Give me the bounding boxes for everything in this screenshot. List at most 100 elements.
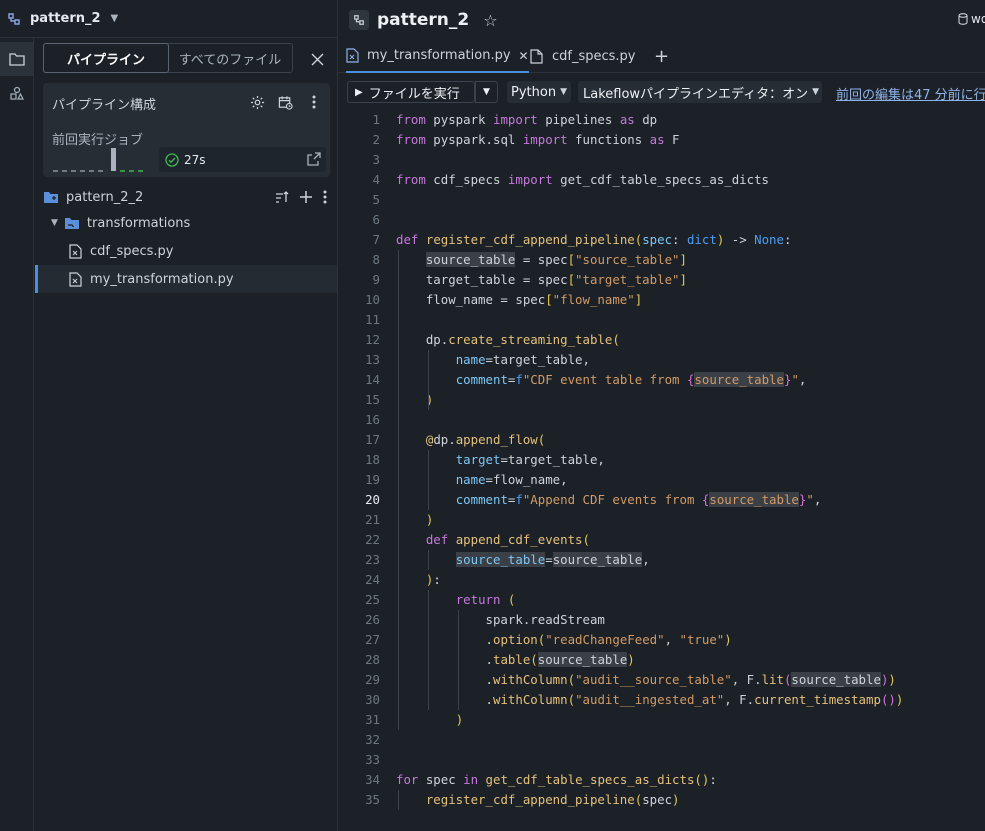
indent-guide [427,350,429,410]
gear-icon[interactable] [248,93,266,111]
code-text: from pyspark import pipelines as dp [396,112,658,127]
code-line[interactable]: 34 for spec in get_cdf_table_specs_as_dic… [338,770,985,790]
star-icon[interactable]: ☆ [483,11,497,30]
close-tab-icon[interactable]: ✕ [519,49,529,63]
code-text: comment=f"CDF event table from {source_t… [455,372,807,387]
python-file-icon [67,271,83,287]
code-text: def register_cdf_append_pipeline(spec: d… [396,232,792,247]
code-line[interactable]: 31 ) [338,710,985,730]
line-number: 23 [365,552,380,567]
code-line[interactable]: 15 ) [338,390,985,410]
code-line[interactable]: 19 name=flow_name, [338,470,985,490]
code-editor[interactable]: 1 from pyspark import pipelines as dp 2 fro… [338,110,985,831]
kebab-menu-icon[interactable] [323,190,327,204]
pipeline-icon [6,11,22,27]
code-line[interactable]: 1 from pyspark import pipelines as dp [338,110,985,130]
folder-icon[interactable] [0,42,33,76]
run-file-button[interactable]: ▶ ファイルを実行 ▼ [347,81,498,103]
code-line[interactable]: 20 comment=f"Append CDF events from {sou… [338,490,985,510]
run-history-sparkline[interactable] [51,145,151,173]
code-line[interactable]: 22 def append_cdf_events( [338,530,985,550]
line-number: 5 [372,192,380,207]
success-check-icon [165,152,179,167]
code-line[interactable]: 25 return ( [338,590,985,610]
code-line[interactable]: 13 name=target_table, [338,350,985,370]
pipeline-switcher[interactable]: pattern_2 ▼ [0,0,337,38]
language-select[interactable]: Python ▼ [507,81,571,103]
code-line[interactable]: 11 [338,310,985,330]
code-text: .option("readChangeFeed", "true") [396,632,732,647]
folder-open-icon [64,215,80,231]
code-line[interactable]: 28 .table(source_table) [338,650,985,670]
tab-label: cdf_specs.py [552,49,636,64]
tree-folder-transformations[interactable]: ▼ transformations [35,209,337,237]
last-run-duration: 27s [184,152,206,167]
editor-tabs: my_transformation.py ✕ cdf_specs.py + [338,40,985,73]
language-label: Python [511,84,557,100]
tree-root-folder[interactable]: pattern_2_2 [35,183,337,211]
line-number: 31 [365,712,380,727]
tab-all-files[interactable]: すべてのファイル [168,44,292,72]
line-number: 27 [365,632,380,647]
code-line[interactable]: 12 dp.create_streaming_table( [338,330,985,350]
code-line[interactable]: 7 def register_cdf_append_pipeline(spec: … [338,230,985,250]
add-icon[interactable] [299,190,313,204]
code-line[interactable]: 3 [338,150,985,170]
python-file-icon [346,48,359,63]
line-number: 19 [365,472,380,487]
line-number: 9 [372,272,380,287]
kebab-menu-icon[interactable] [305,93,323,111]
last-edit-link[interactable]: 前回の編集は47 分前に行 [836,84,985,103]
line-number: 10 [365,292,380,307]
code-line[interactable]: 33 [338,750,985,770]
pipeline-editor-toggle[interactable]: Lakeflowパイプラインエディタ：オン ▼ [578,81,822,103]
external-link-icon[interactable] [306,151,322,167]
code-line[interactable]: 5 [338,190,985,210]
tree-root-label: pattern_2_2 [66,189,144,205]
workspace-selector[interactable]: wo [958,12,985,26]
code-line[interactable]: 17 @dp.append_flow( [338,430,985,450]
tab-my-transformation[interactable]: my_transformation.py ✕ [346,40,529,73]
code-line[interactable]: 10 flow_name = spec["flow_name"] [338,290,985,310]
code-line[interactable]: 23 source_table=source_table, [338,550,985,570]
last-run-status[interactable]: 27s [159,147,326,172]
code-line[interactable]: 29 .withColumn("audit__source_table", F.… [338,670,985,690]
code-line[interactable]: 35 register_cdf_append_pipeline(spec) [338,790,985,810]
tree-file-my-transformation[interactable]: my_transformation.py [35,265,337,293]
close-icon[interactable] [308,50,326,68]
line-number: 3 [372,152,380,167]
code-line[interactable]: 26 spark.readStream [338,610,985,630]
sort-icon[interactable] [275,190,289,204]
tab-pipeline[interactable]: パイプライン [43,43,169,73]
code-text: @dp.append_flow( [425,432,546,447]
line-number: 33 [365,752,380,767]
code-line[interactable]: 14 comment=f"CDF event table from {sourc… [338,370,985,390]
code-line[interactable]: 30 .withColumn("audit__ingested_at", F.c… [338,690,985,710]
add-tab-icon[interactable]: + [654,46,669,67]
line-number: 30 [365,692,380,707]
tab-cdf-specs[interactable]: cdf_specs.py [530,40,636,73]
code-line[interactable]: 9 target_table = spec["target_table"] [338,270,985,290]
code-line[interactable]: 6 [338,210,985,230]
pipeline-name: pattern_2 [30,11,101,26]
code-line[interactable]: 24 ): [338,570,985,590]
code-line[interactable]: 21 ) [338,510,985,530]
code-line[interactable]: 18 target=target_table, [338,450,985,470]
code-line[interactable]: 2 from pyspark.sql import functions as F [338,130,985,150]
pipeline-config-card: パイプライン構成 前回実行ジョブ 27s [43,83,330,177]
line-number: 35 [365,792,380,807]
code-line[interactable]: 16 [338,410,985,430]
code-line[interactable]: 4 from cdf_specs import get_cdf_table_spe… [338,170,985,190]
code-text: for spec in get_cdf_table_specs_as_dicts… [396,772,717,787]
shapes-icon[interactable] [0,76,33,110]
line-number: 24 [365,572,380,587]
line-number: 20 [365,492,380,507]
code-line[interactable]: 27 .option("readChangeFeed", "true") [338,630,985,650]
page-title: pattern_2 [377,10,470,30]
run-options-dropdown[interactable]: ▼ [475,81,498,103]
line-number: 29 [365,672,380,687]
schedule-icon[interactable] [276,93,294,111]
code-line[interactable]: 8 source_table = spec["source_table"] [338,250,985,270]
tree-file-cdf-specs[interactable]: cdf_specs.py [35,237,337,265]
code-line[interactable]: 32 [338,730,985,750]
